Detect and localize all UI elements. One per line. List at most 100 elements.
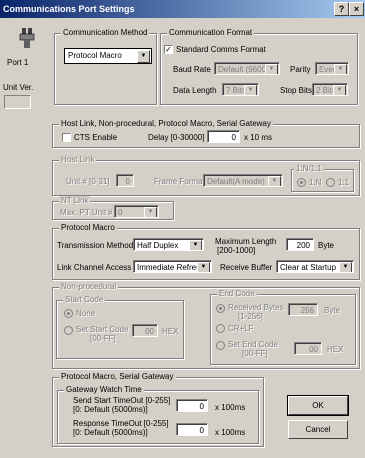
response-timeout-input[interactable]: 0	[176, 423, 208, 436]
max-pt-unit-select[interactable]: 0 ▼	[114, 205, 159, 218]
frame-format-select[interactable]: Default(A mode) ▼	[203, 174, 283, 187]
max-pt-unit-value: 0	[118, 208, 123, 217]
received-bytes-radio[interactable]	[216, 304, 225, 313]
receive-buffer-label: Receive Buffer	[220, 263, 273, 272]
receive-buffer-value: Clear at Startup	[280, 263, 337, 272]
serial-common-title: Host Link, Non-procedural, Protocol Macr…	[59, 119, 273, 128]
set-end-code-range: [00-FF]	[242, 349, 268, 358]
communication-method-value: Protocol Macro	[68, 51, 122, 60]
host-link-title: Host Link	[59, 155, 97, 164]
set-start-code-radio[interactable]	[64, 326, 73, 335]
delay-label: Delay [0-30000]	[148, 133, 205, 142]
start-none-radio[interactable]	[64, 309, 73, 318]
unit-ver-display	[4, 95, 31, 109]
communication-method-select[interactable]: Protocol Macro ▼	[64, 48, 152, 64]
chevron-down-icon: ▼	[197, 262, 210, 272]
cancel-button[interactable]: Cancel	[288, 420, 348, 439]
chevron-down-icon: ▼	[334, 64, 347, 74]
response-timeout-unit: x 100ms	[215, 428, 246, 437]
port-icon	[16, 26, 38, 50]
non-procedural-title: Non-procedural	[59, 282, 119, 291]
max-length-input[interactable]: 200	[286, 238, 314, 251]
data-length-label: Data Length	[173, 86, 217, 95]
max-pt-unit-label: Max. PT Unit #	[60, 208, 113, 217]
n1-title: 1:N/1:1	[294, 164, 324, 173]
standard-comms-checkbox[interactable]: ✓	[164, 45, 173, 54]
chevron-down-icon: ▼	[333, 85, 346, 95]
frame-format-value: Default(A mode)	[207, 177, 265, 186]
response-timeout-default: [0: Default (5000ms)]	[73, 428, 148, 437]
set-end-code-radio[interactable]	[216, 341, 225, 350]
standard-comms-label: Standard Comms Format	[176, 45, 266, 54]
send-timeout-unit: x 100ms	[215, 403, 246, 412]
one-to-n-label: 1:N	[309, 178, 322, 187]
received-bytes-range: [1-256]	[238, 312, 263, 321]
port-label: Port 1	[7, 58, 29, 67]
unit-number-label: Unit # [0-31]	[66, 177, 110, 186]
set-start-code-range: [00-FF]	[90, 334, 116, 343]
end-code-input[interactable]: 00	[294, 342, 322, 355]
communication-method-title: Communication Method	[61, 28, 150, 37]
transmission-method-value: Half Duplex	[137, 241, 179, 250]
send-timeout-input[interactable]: 0	[176, 399, 208, 412]
parity-label: Parity	[290, 65, 311, 74]
end-hex-label: HEX	[327, 345, 344, 354]
receive-buffer-select[interactable]: Clear at Startup ▼	[276, 260, 354, 273]
communication-format-title: Communication Format	[167, 28, 255, 37]
response-timeout-label: Response TimeOut [0-255]	[73, 419, 169, 428]
start-none-label: None	[76, 309, 96, 318]
received-bytes-unit: Byte	[324, 306, 341, 315]
frame-format-label: Frame Format	[154, 177, 205, 186]
gateway-watch-title: Gateway Watch Time	[64, 385, 144, 394]
start-code-title: Start Code	[63, 295, 106, 304]
start-code-input[interactable]: 00	[132, 324, 158, 337]
start-hex-label: HEX	[162, 327, 179, 336]
baud-rate-select[interactable]: Default (9600) ▼	[214, 62, 280, 75]
unit-ver-label: Unit Ver.	[3, 83, 34, 92]
chevron-down-icon: ▼	[189, 240, 202, 250]
communication-method-group: Communication Method	[54, 28, 157, 105]
cts-enable-label: CTS Enable	[74, 133, 118, 142]
stop-bits-label: Stop Bits	[280, 86, 313, 95]
help-button[interactable]: ?	[334, 2, 349, 16]
max-length-range: [200-1000]	[217, 246, 256, 255]
close-button[interactable]: ×	[349, 2, 364, 16]
chevron-down-icon: ▼	[144, 207, 157, 217]
max-length-unit: Byte	[318, 241, 335, 250]
one-to-n-radio[interactable]	[297, 178, 306, 187]
crlf-radio[interactable]	[216, 324, 225, 333]
gateway-title: Protocol Macro, Serial Gateway	[59, 372, 176, 381]
crlf-label: CR+LF	[228, 324, 254, 333]
delay-input[interactable]: 0	[207, 130, 240, 143]
cts-enable-checkbox[interactable]	[62, 133, 71, 142]
link-channel-select[interactable]: Immediate Refresh ▼	[133, 260, 212, 273]
data-length-select[interactable]: 7 Bits ▼	[222, 83, 259, 96]
link-channel-value: Immediate Refresh	[137, 263, 205, 272]
ok-button[interactable]: OK	[287, 395, 349, 416]
chevron-down-icon: ▼	[265, 64, 278, 74]
chevron-down-icon: ▼	[339, 262, 352, 272]
received-bytes-input[interactable]: 256	[288, 303, 318, 316]
chevron-down-icon: ▼	[137, 50, 150, 63]
one-to-one-label: 1:1	[338, 178, 350, 187]
link-channel-label: Link Channel Access	[57, 263, 132, 272]
one-to-one-radio[interactable]	[326, 178, 335, 187]
set-start-code-label: Set Start Code	[76, 325, 129, 334]
nt-link-title: NT Link	[59, 196, 91, 205]
baud-rate-value: Default (9600)	[218, 65, 269, 74]
window-title: Communications Port Settings	[3, 4, 135, 14]
baud-rate-label: Baud Rate	[173, 65, 211, 74]
max-length-label: Maximum Length	[215, 237, 277, 246]
send-timeout-label: Send Start TimeOut [0-255]	[73, 396, 171, 405]
protocol-macro-title: Protocol Macro	[59, 223, 117, 232]
set-end-code-label: Set End Code	[228, 340, 278, 349]
unit-number-input[interactable]: 0	[116, 174, 134, 187]
title-bar: Communications Port Settings ? ×	[0, 0, 365, 18]
parity-select[interactable]: Even ▼	[315, 62, 349, 75]
stop-bits-select[interactable]: 2 Bits ▼	[312, 83, 348, 96]
transmission-method-select[interactable]: Half Duplex ▼	[133, 238, 204, 251]
data-length-value: 7 Bits	[226, 86, 247, 95]
send-timeout-default: [0: Default (5000ms)]	[73, 405, 148, 414]
received-bytes-label: Received Bytes	[228, 303, 284, 312]
chevron-down-icon: ▼	[244, 85, 257, 95]
